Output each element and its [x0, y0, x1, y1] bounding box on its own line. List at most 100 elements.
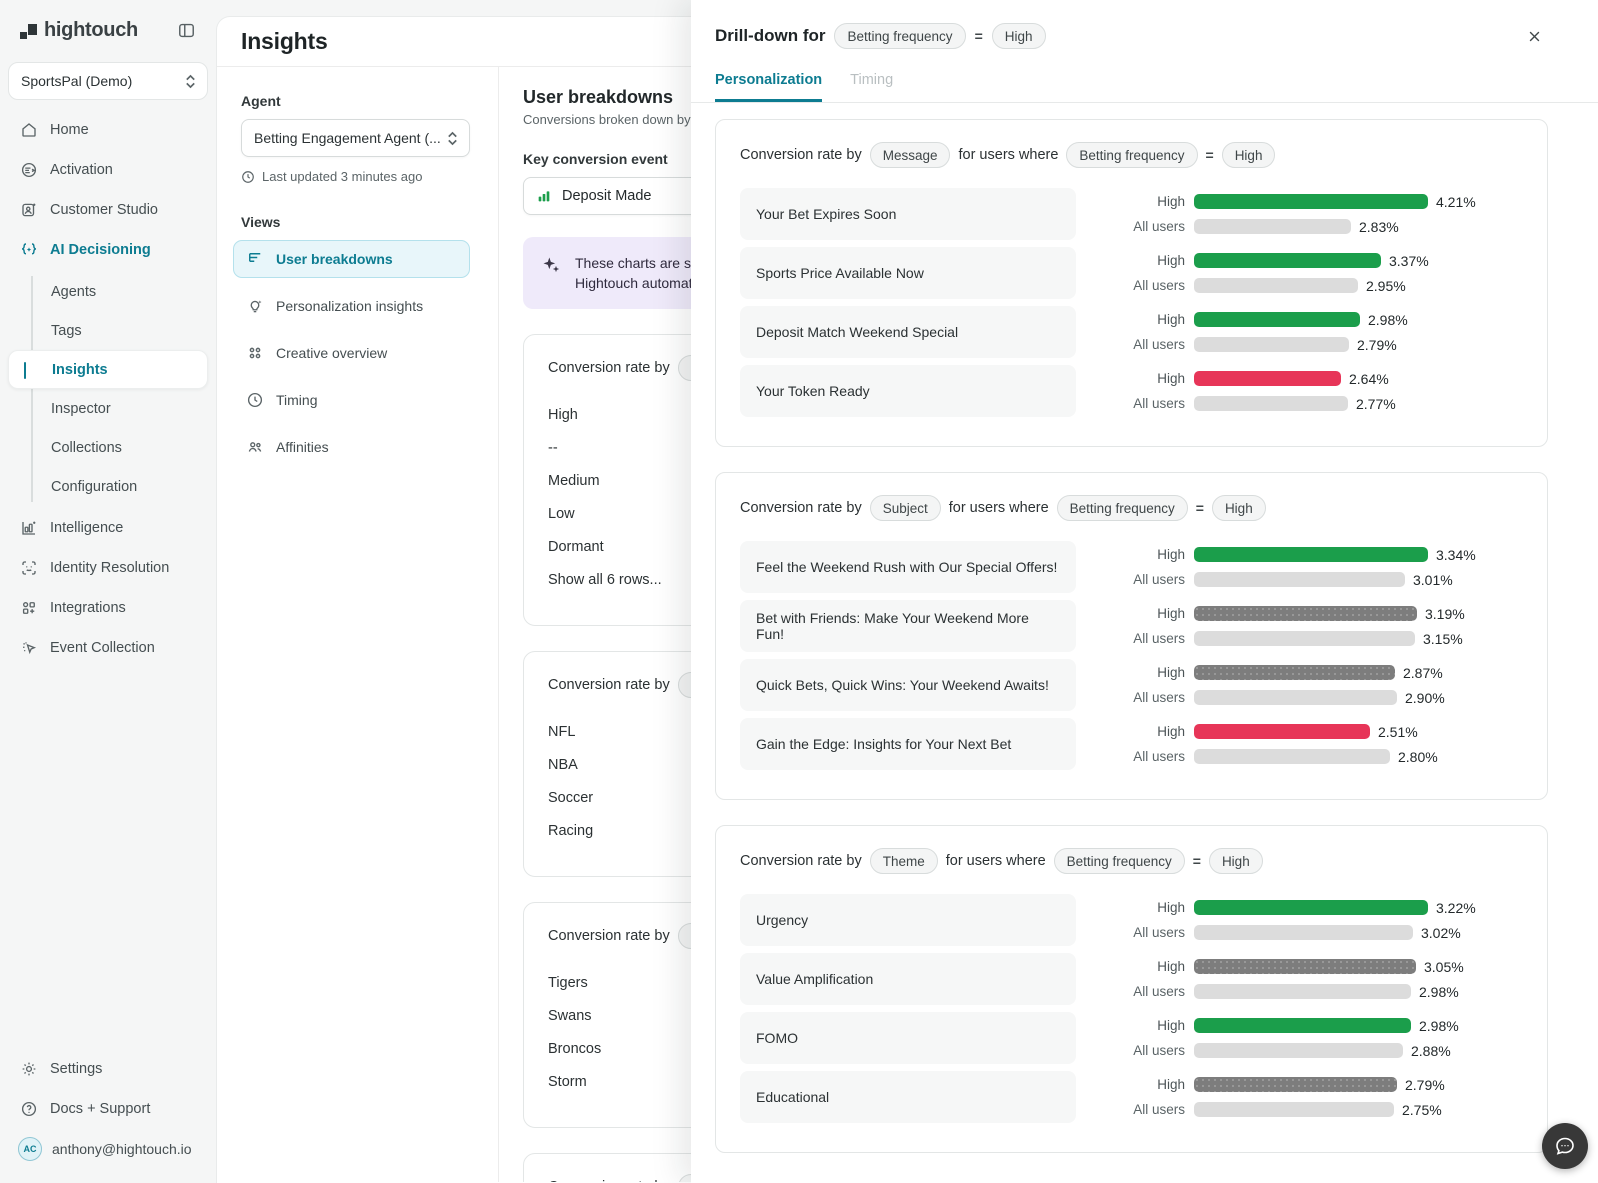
baseline-series-label: All users — [1090, 631, 1194, 646]
sidebar-item-label: Event Collection — [50, 640, 155, 656]
breakdown-card-title: Conversion rate by — [548, 677, 670, 693]
sidebar-item-event-collection[interactable]: Event Collection — [8, 628, 208, 668]
last-updated-text: Last updated 3 minutes ago — [262, 169, 422, 184]
close-icon[interactable] — [1520, 22, 1548, 50]
intelligence-icon — [20, 519, 38, 537]
baseline-bar — [1194, 1043, 1403, 1058]
sidebar-item-label: Identity Resolution — [50, 560, 169, 576]
baseline-series-label: All users — [1090, 1043, 1194, 1058]
bar-value: 2.88% — [1411, 1043, 1451, 1059]
sidebar-item-activation[interactable]: Activation — [8, 150, 208, 190]
ai-banner-line1: These charts are so — [575, 255, 699, 271]
avatar: AC — [18, 1137, 42, 1161]
value-bar — [1194, 253, 1381, 268]
value-bar — [1194, 1018, 1411, 1033]
view-item-timing[interactable]: Timing — [233, 381, 470, 419]
sidebar-item-label: Intelligence — [50, 520, 123, 536]
sidebar-item-intelligence[interactable]: Intelligence — [8, 508, 208, 548]
tab-personalization[interactable]: Personalization — [715, 72, 822, 102]
primary-series-label: High — [1090, 900, 1194, 915]
sidebar-item-customer-studio[interactable]: Customer Studio — [8, 190, 208, 230]
drilldown-row: Your Token ReadyHigh2.64%All users2.77% — [740, 365, 1523, 417]
hightouch-logo-text: hightouch — [44, 19, 138, 42]
baseline-series-label: All users — [1090, 219, 1194, 234]
chevron-updown-icon — [446, 131, 459, 146]
bar-value: 3.34% — [1436, 547, 1476, 563]
baseline-bar — [1194, 631, 1415, 646]
sidebar-item-identity-resolution[interactable]: Identity Resolution — [8, 548, 208, 588]
drilldown-row: Bet with Friends: Make Your Weekend More… — [740, 600, 1523, 652]
sidebar-subitem-agents[interactable]: Agents — [8, 272, 208, 311]
view-item-personalization-insights[interactable]: Personalization insights — [233, 287, 470, 325]
view-item-label: Affinities — [276, 439, 329, 455]
sidebar-item-docs-support[interactable]: Docs + Support — [8, 1089, 208, 1129]
tab-timing[interactable]: Timing — [850, 72, 893, 102]
dimension-chip[interactable]: Message — [870, 142, 951, 168]
drilldown-row: Gain the Edge: Insights for Your Next Be… — [740, 718, 1523, 770]
sidebar-subitem-insights[interactable]: Insights — [8, 350, 208, 389]
user-account[interactable]: AC anthony@hightouch.io — [8, 1129, 208, 1169]
people-icon — [246, 438, 264, 456]
sidebar-subitem-inspector[interactable]: Inspector — [8, 389, 208, 428]
sidebar-item-label: Settings — [50, 1061, 102, 1077]
workspace-selector[interactable]: SportsPal (Demo) — [8, 62, 208, 100]
view-item-label: Creative overview — [276, 345, 387, 361]
view-item-affinities[interactable]: Affinities — [233, 428, 470, 466]
filter-chip: Betting frequency — [1066, 142, 1197, 168]
baseline-series-label: All users — [1090, 278, 1194, 293]
activation-icon — [20, 161, 38, 179]
sidebar-collapse-icon[interactable] — [172, 16, 200, 44]
operator-text: = — [1206, 147, 1214, 163]
bar-value: 3.05% — [1424, 959, 1464, 975]
sidebar-item-home[interactable]: Home — [8, 110, 208, 150]
value-bar — [1194, 547, 1428, 562]
agent-select[interactable]: Betting Engagement Agent (... — [241, 119, 470, 157]
sidebar-item-settings[interactable]: Settings — [8, 1049, 208, 1089]
bar-value: 2.79% — [1405, 1077, 1445, 1093]
view-item-creative-overview[interactable]: Creative overview — [233, 334, 470, 372]
value-chip: High — [1212, 495, 1266, 521]
sidebar-subitem-label: Configuration — [51, 479, 137, 495]
hightouch-logo: hightouch — [20, 19, 138, 42]
baseline-bar — [1194, 572, 1405, 587]
bar-chart-icon — [536, 188, 552, 204]
operator-text: = — [1196, 500, 1204, 516]
dimension-chip[interactable]: Theme — [870, 848, 938, 874]
page-title: Insights — [241, 28, 328, 55]
value-bar — [1194, 1077, 1397, 1092]
chat-widget-button[interactable] — [1542, 1123, 1588, 1169]
drilldown-tabs: Personalization Timing — [691, 72, 1598, 103]
event-collection-icon — [20, 639, 38, 657]
sidebar: hightouch SportsPal (Demo) Home Activatio… — [0, 0, 216, 1183]
ai-decisioning-icon — [20, 241, 38, 259]
bar-value: 2.77% — [1356, 396, 1396, 412]
sidebar-item-label: Activation — [50, 162, 113, 178]
row-label: Sports Price Available Now — [740, 247, 1076, 299]
primary-series-label: High — [1090, 253, 1194, 268]
sidebar-subitem-collections[interactable]: Collections — [8, 428, 208, 467]
sidebar-subitem-configuration[interactable]: Configuration — [8, 467, 208, 506]
sidebar-item-integrations[interactable]: Integrations — [8, 588, 208, 628]
lightbulb-icon — [246, 297, 264, 315]
bar-value: 3.37% — [1389, 253, 1429, 269]
value-chip: High — [1209, 848, 1263, 874]
drilldown-title: Drill-down for — [715, 26, 825, 46]
filter-chip: Betting frequency — [1054, 848, 1185, 874]
sidebar-item-ai-decisioning[interactable]: AI Decisioning — [8, 230, 208, 270]
drilldown-card-prefix: Conversion rate by — [740, 500, 862, 516]
bar-value: 2.98% — [1419, 1018, 1459, 1034]
bar-value: 3.01% — [1413, 572, 1453, 588]
value-bar — [1194, 665, 1395, 680]
dimension-chip[interactable]: Subject — [870, 495, 941, 521]
baseline-bar — [1194, 1102, 1394, 1117]
sidebar-item-label: AI Decisioning — [50, 242, 151, 258]
bar-value: 2.95% — [1366, 278, 1406, 294]
sidebar-nav-main: Home Activation Customer Studio AI Decision… — [8, 110, 208, 270]
bar-value: 3.19% — [1425, 606, 1465, 622]
view-item-user-breakdowns[interactable]: User breakdowns — [233, 240, 470, 278]
hightouch-logo-icon — [20, 21, 38, 39]
bar-value: 2.87% — [1403, 665, 1443, 681]
value-bar — [1194, 371, 1341, 386]
row-label: Your Bet Expires Soon — [740, 188, 1076, 240]
sidebar-subitem-tags[interactable]: Tags — [8, 311, 208, 350]
